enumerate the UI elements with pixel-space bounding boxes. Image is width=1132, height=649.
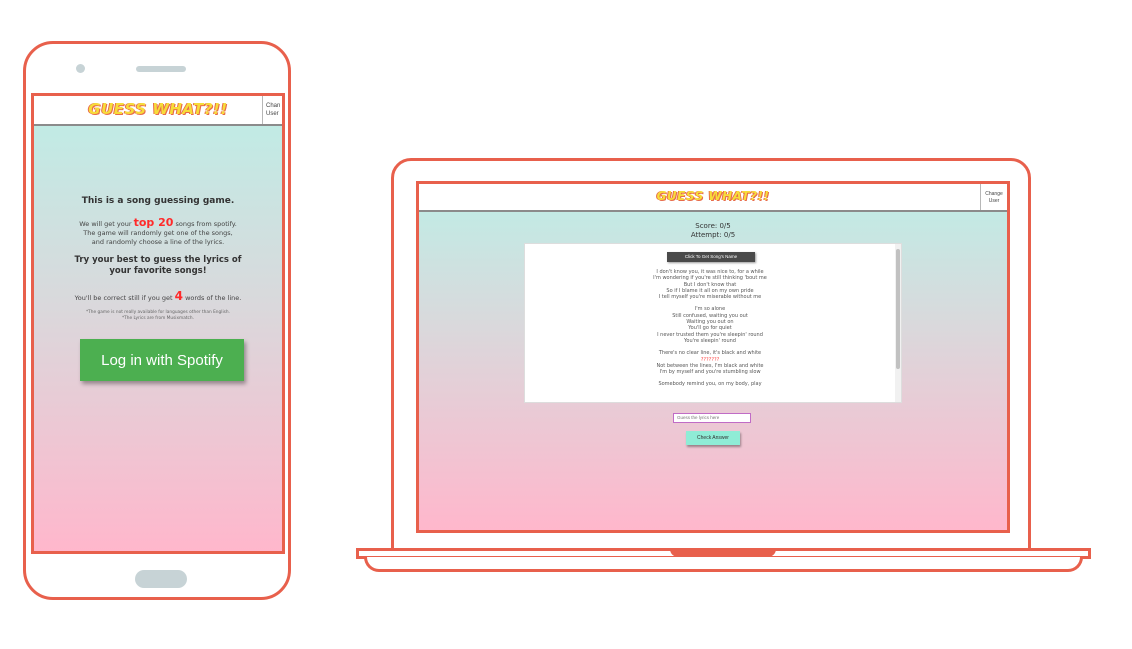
lyrics-scrollbar[interactable] <box>895 244 901 402</box>
intro-line3: and randomly choose a line of the lyrics… <box>91 238 225 246</box>
correct-prefix: You'll be correct still if you get <box>74 294 173 302</box>
note-musixmatch: *The Lyrics are from Musixmatch. <box>121 316 195 321</box>
app-title-logo: GUESS WHAT?!! <box>88 100 228 118</box>
intro-correct-text: You'll be correct still if you get 4 wor… <box>34 289 282 303</box>
intro-heading: This is a song guessing game. <box>81 196 235 206</box>
scrollbar-thumb[interactable] <box>896 249 900 369</box>
login-spotify-button[interactable]: Log in with Spotify <box>80 339 244 381</box>
change-user-button[interactable]: Chan User <box>262 96 282 124</box>
lyric-line: Somebody remind you, on my body, play <box>658 381 762 388</box>
intro-description: We will get your top 20 songs from spoti… <box>34 216 282 247</box>
laptop-notch <box>670 549 776 557</box>
phone-mockup: GUESS WHAT?!! Chan User This is a song g… <box>23 41 291 600</box>
top-count-highlight: top 20 <box>133 216 174 229</box>
guess-input[interactable]: Guess the lyrics here <box>673 413 751 423</box>
intro-try-text: Try your best to guess the lyrics of you… <box>74 255 242 276</box>
correct-suffix: words of the line. <box>185 294 242 302</box>
intro-line1-prefix: We will get your <box>79 220 132 228</box>
correct-word-count: 4 <box>174 289 183 303</box>
note-language: *The game is not really available for la… <box>86 310 230 315</box>
lyrics-list: I don't know you, it was nice to, for a … <box>525 269 895 388</box>
check-answer-button[interactable]: Check Answer <box>686 431 740 445</box>
get-song-name-button[interactable]: Click To Get Song's Name <box>667 252 755 262</box>
attempt-text: Attempt: 0/5 <box>690 231 736 239</box>
intro-notes: *The game is not really available for la… <box>34 310 282 322</box>
app-title-logo: GUESS WHAT?!! <box>656 189 770 203</box>
score-text: Score: 0/5 <box>695 222 731 230</box>
intro-section: This is a song guessing game. We will ge… <box>34 196 282 322</box>
app-header: GUESS WHAT?!! Change User <box>419 184 1007 212</box>
laptop-base-bottom <box>364 557 1083 572</box>
laptop-mockup: GUESS WHAT?!! Change User Score: 0/5 Att… <box>391 158 1031 552</box>
phone-screen: GUESS WHAT?!! Chan User This is a song g… <box>31 93 285 554</box>
score-block: Score: 0/5 Attempt: 0/5 <box>419 222 1007 240</box>
app-header: GUESS WHAT?!! Chan User <box>34 96 282 126</box>
phone-speaker <box>136 66 186 72</box>
phone-camera <box>76 64 85 73</box>
lyrics-panel: Click To Get Song's Name I don't know yo… <box>524 243 902 403</box>
phone-home-button <box>135 570 187 588</box>
laptop-screen: GUESS WHAT?!! Change User Score: 0/5 Att… <box>416 181 1010 533</box>
intro-line2: The game will randomly get one of the so… <box>83 229 233 237</box>
intro-line1-suffix: songs from spotify. <box>175 220 237 228</box>
change-user-button[interactable]: Change User <box>980 184 1007 210</box>
